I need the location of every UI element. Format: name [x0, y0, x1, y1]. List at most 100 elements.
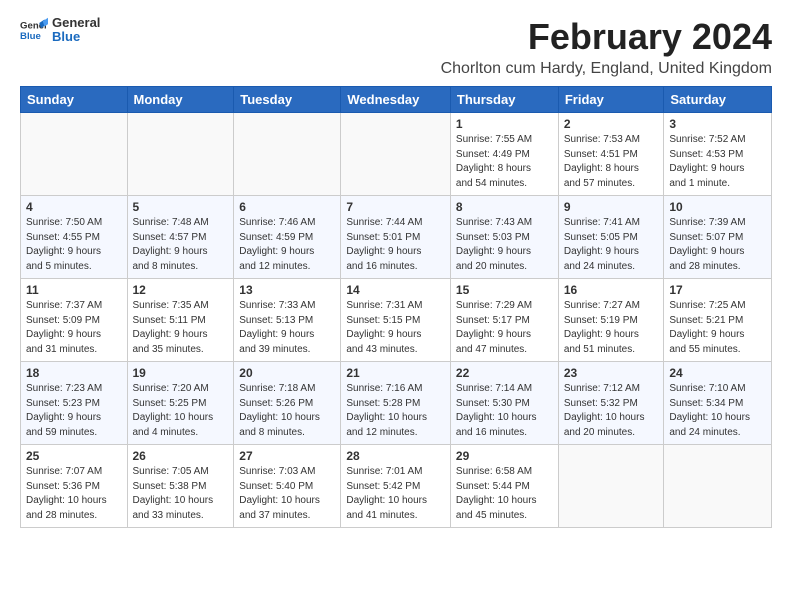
- calendar-cell: 26Sunrise: 7:05 AMSunset: 5:38 PMDayligh…: [127, 445, 234, 528]
- logo: General Blue General Blue: [20, 16, 100, 45]
- day-number: 15: [456, 283, 553, 297]
- calendar: SundayMondayTuesdayWednesdayThursdayFrid…: [20, 86, 772, 528]
- day-info: Sunrise: 7:27 AMSunset: 5:19 PMDaylight:…: [564, 299, 659, 357]
- day-number: 12: [133, 283, 229, 297]
- subtitle: Chorlton cum Hardy, England, United King…: [441, 60, 772, 78]
- calendar-cell: 19 Sunrise: 7:20 AMSunset: 5:25 PMDayligh…: [127, 362, 234, 445]
- day-number: 20: [239, 366, 335, 380]
- logo-line1: General: [52, 16, 100, 30]
- calendar-cell: 27 Sunrise: 7:03 AMSunset: 5:40 PMDayligh…: [234, 445, 341, 528]
- calendar-cell: 14 Sunrise: 7:31 AMSunset: 5:15 PMDayligh…: [341, 279, 451, 362]
- day-info: Sunrise: 7:18 AMSunset: 5:26 PMDaylight:…: [239, 382, 335, 440]
- calendar-cell: 2 Sunrise: 7:53 AMSunset: 4:51 PMDaylight…: [558, 113, 664, 196]
- calendar-cell: 1 Sunrise: 7:55 AMSunset: 4:49 PMDaylight…: [450, 113, 558, 196]
- calendar-cell: [127, 113, 234, 196]
- day-number: 18: [26, 366, 122, 380]
- calendar-cell: [234, 113, 341, 196]
- day-info: Sunrise: 7:33 AMSunset: 5:13 PMDaylight:…: [239, 299, 335, 357]
- day-info: Sunrise: 7:23 AMSunset: 5:23 PMDaylight:…: [26, 382, 122, 440]
- week-row: 4 Sunrise: 7:50 AMSunset: 4:55 PMDaylight…: [21, 196, 772, 279]
- day-number: 17: [669, 283, 766, 297]
- day-info: Sunrise: 7:50 AMSunset: 4:55 PMDaylight:…: [26, 216, 122, 274]
- day-info: Sunrise: 7:35 AMSunset: 5:11 PMDaylight:…: [133, 299, 229, 357]
- week-row: 25Sunrise: 7:07 AMSunset: 5:36 PMDayligh…: [21, 445, 772, 528]
- calendar-cell: 6 Sunrise: 7:46 AMSunset: 4:59 PMDaylight…: [234, 196, 341, 279]
- day-number: 2: [564, 117, 659, 131]
- day-number: 6: [239, 200, 335, 214]
- calendar-cell: 23Sunrise: 7:12 AMSunset: 5:32 PMDayligh…: [558, 362, 664, 445]
- day-info: Sunrise: 7:52 AMSunset: 4:53 PMDaylight:…: [669, 133, 766, 191]
- day-number: 19: [133, 366, 229, 380]
- day-number: 5: [133, 200, 229, 214]
- calendar-cell: [558, 445, 664, 528]
- svg-text:Blue: Blue: [20, 31, 41, 42]
- calendar-cell: 15 Sunrise: 7:29 AMSunset: 5:17 PMDayligh…: [450, 279, 558, 362]
- day-number: 4: [26, 200, 122, 214]
- calendar-header: SundayMondayTuesdayWednesdayThursdayFrid…: [21, 87, 772, 113]
- header-row: SundayMondayTuesdayWednesdayThursdayFrid…: [21, 87, 772, 113]
- calendar-body: 1 Sunrise: 7:55 AMSunset: 4:49 PMDaylight…: [21, 113, 772, 528]
- header-cell-friday: Friday: [558, 87, 664, 113]
- calendar-cell: 24Sunrise: 7:10 AMSunset: 5:34 PMDayligh…: [664, 362, 772, 445]
- day-info: Sunrise: 7:41 AMSunset: 5:05 PMDaylight:…: [564, 216, 659, 274]
- header-cell-thursday: Thursday: [450, 87, 558, 113]
- day-info: Sunrise: 7:39 AMSunset: 5:07 PMDaylight:…: [669, 216, 766, 274]
- main-title: February 2024: [441, 16, 772, 58]
- calendar-cell: 3Sunrise: 7:52 AMSunset: 4:53 PMDaylight…: [664, 113, 772, 196]
- day-number: 29: [456, 449, 553, 463]
- calendar-cell: [21, 113, 128, 196]
- day-info: Sunrise: 7:53 AMSunset: 4:51 PMDaylight:…: [564, 133, 659, 191]
- day-info: Sunrise: 7:55 AMSunset: 4:49 PMDaylight:…: [456, 133, 553, 191]
- calendar-cell: 10 Sunrise: 7:39 AMSunset: 5:07 PMDayligh…: [664, 196, 772, 279]
- day-number: 26: [133, 449, 229, 463]
- calendar-cell: 29Sunrise: 6:58 AMSunset: 5:44 PMDayligh…: [450, 445, 558, 528]
- day-info: Sunrise: 7:29 AMSunset: 5:17 PMDaylight:…: [456, 299, 553, 357]
- day-info: Sunrise: 7:43 AMSunset: 5:03 PMDaylight:…: [456, 216, 553, 274]
- week-row: 11Sunrise: 7:37 AMSunset: 5:09 PMDayligh…: [21, 279, 772, 362]
- calendar-cell: 16 Sunrise: 7:27 AMSunset: 5:19 PMDayligh…: [558, 279, 664, 362]
- calendar-cell: 25Sunrise: 7:07 AMSunset: 5:36 PMDayligh…: [21, 445, 128, 528]
- day-info: Sunrise: 7:12 AMSunset: 5:32 PMDaylight:…: [564, 382, 659, 440]
- day-info: Sunrise: 7:03 AMSunset: 5:40 PMDaylight:…: [239, 465, 335, 523]
- calendar-cell: 9Sunrise: 7:41 AMSunset: 5:05 PMDaylight…: [558, 196, 664, 279]
- header-cell-saturday: Saturday: [664, 87, 772, 113]
- day-number: 27: [239, 449, 335, 463]
- header-cell-wednesday: Wednesday: [341, 87, 451, 113]
- calendar-cell: 17 Sunrise: 7:25 AMSunset: 5:21 PMDayligh…: [664, 279, 772, 362]
- header-cell-monday: Monday: [127, 87, 234, 113]
- day-number: 8: [456, 200, 553, 214]
- calendar-cell: 18 Sunrise: 7:23 AMSunset: 5:23 PMDayligh…: [21, 362, 128, 445]
- day-number: 7: [346, 200, 445, 214]
- header-cell-sunday: Sunday: [21, 87, 128, 113]
- calendar-cell: 5 Sunrise: 7:48 AMSunset: 4:57 PMDaylight…: [127, 196, 234, 279]
- day-info: Sunrise: 7:31 AMSunset: 5:15 PMDaylight:…: [346, 299, 445, 357]
- day-number: 24: [669, 366, 766, 380]
- header: General Blue General Blue February 2024 …: [20, 16, 772, 78]
- calendar-cell: 8 Sunrise: 7:43 AMSunset: 5:03 PMDaylight…: [450, 196, 558, 279]
- day-number: 10: [669, 200, 766, 214]
- day-number: 16: [564, 283, 659, 297]
- day-number: 14: [346, 283, 445, 297]
- logo-icon: General Blue: [20, 16, 48, 44]
- day-number: 1: [456, 117, 553, 131]
- calendar-cell: 28Sunrise: 7:01 AMSunset: 5:42 PMDayligh…: [341, 445, 451, 528]
- day-number: 28: [346, 449, 445, 463]
- header-cell-tuesday: Tuesday: [234, 87, 341, 113]
- day-number: 13: [239, 283, 335, 297]
- calendar-cell: [664, 445, 772, 528]
- day-info: Sunrise: 7:48 AMSunset: 4:57 PMDaylight:…: [133, 216, 229, 274]
- week-row: 18 Sunrise: 7:23 AMSunset: 5:23 PMDayligh…: [21, 362, 772, 445]
- week-row: 1 Sunrise: 7:55 AMSunset: 4:49 PMDaylight…: [21, 113, 772, 196]
- calendar-cell: 4 Sunrise: 7:50 AMSunset: 4:55 PMDaylight…: [21, 196, 128, 279]
- calendar-cell: 12 Sunrise: 7:35 AMSunset: 5:11 PMDayligh…: [127, 279, 234, 362]
- title-block: February 2024 Chorlton cum Hardy, Englan…: [441, 16, 772, 78]
- logo-line2: Blue: [52, 30, 100, 44]
- day-info: Sunrise: 7:20 AMSunset: 5:25 PMDaylight:…: [133, 382, 229, 440]
- day-info: Sunrise: 7:46 AMSunset: 4:59 PMDaylight:…: [239, 216, 335, 274]
- calendar-cell: 20 Sunrise: 7:18 AMSunset: 5:26 PMDayligh…: [234, 362, 341, 445]
- day-number: 22: [456, 366, 553, 380]
- day-number: 25: [26, 449, 122, 463]
- calendar-cell: 13 Sunrise: 7:33 AMSunset: 5:13 PMDayligh…: [234, 279, 341, 362]
- day-info: Sunrise: 7:16 AMSunset: 5:28 PMDaylight:…: [346, 382, 445, 440]
- day-info: Sunrise: 7:25 AMSunset: 5:21 PMDaylight:…: [669, 299, 766, 357]
